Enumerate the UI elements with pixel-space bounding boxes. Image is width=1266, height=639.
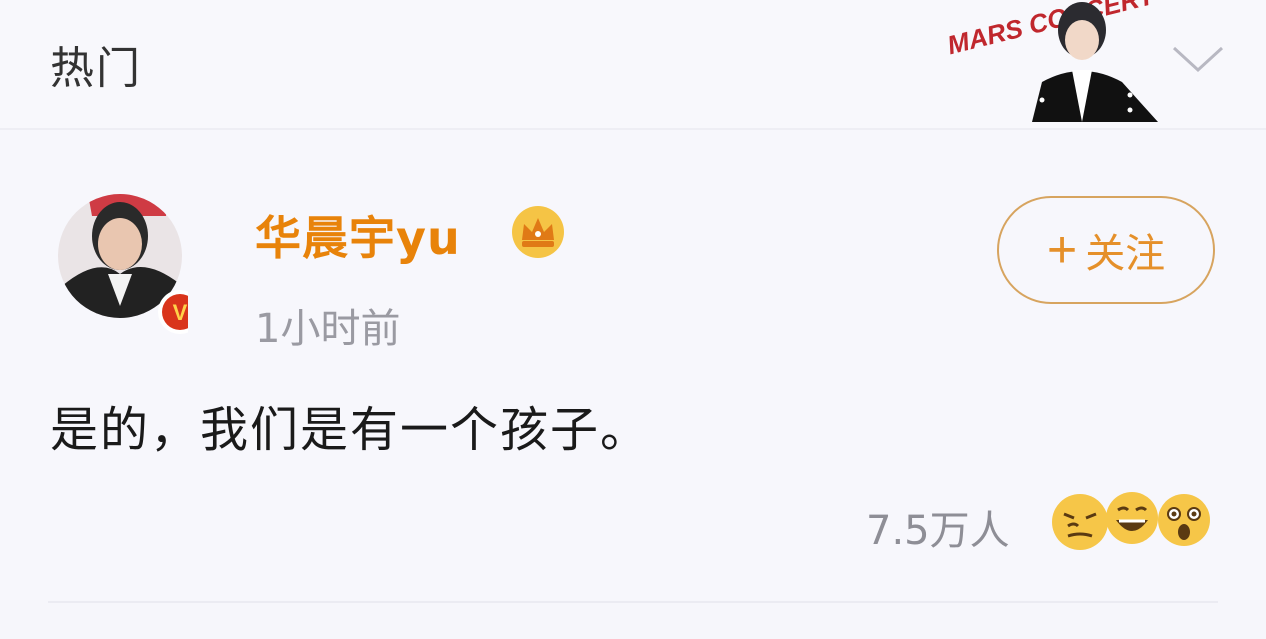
concert-banner[interactable]: MARS CONCERT	[940, 0, 1170, 122]
svg-text:MARS CONCERT: MARS CONCERT	[944, 0, 1159, 60]
section-header: 热门 MARS CONCERT	[0, 0, 1266, 130]
reaction-count[interactable]: 7.5万人	[866, 498, 1010, 556]
card-divider	[48, 601, 1218, 603]
follow-button-label: 关注	[1085, 232, 1166, 276]
comment-timestamp: 1小时前	[255, 306, 401, 352]
banner-logo-text: MARS CONCERT	[944, 0, 1159, 60]
comment-text: 是的，我们是有一个孩子。	[50, 402, 651, 458]
chevron-down-icon[interactable]	[1170, 42, 1226, 76]
username[interactable]: 华晨宇yu	[255, 202, 461, 268]
svg-text:V: V	[173, 300, 188, 325]
reaction-emojis[interactable]	[1048, 488, 1218, 552]
laugh-emoji-icon	[1106, 492, 1158, 544]
crown-icon	[512, 206, 564, 258]
plus-icon: +	[1046, 221, 1078, 279]
smirk-emoji-icon	[1052, 494, 1108, 550]
weibo-hot-comment-page: 热门 MARS CONCERT V 华晨宇yu 1小时前 + 关注 是的，我们是…	[0, 0, 1266, 639]
section-title: 热门	[50, 43, 142, 94]
user-avatar[interactable]: V	[58, 186, 188, 336]
follow-button[interactable]: + 关注	[997, 196, 1215, 304]
surprised-emoji-icon	[1158, 494, 1210, 546]
